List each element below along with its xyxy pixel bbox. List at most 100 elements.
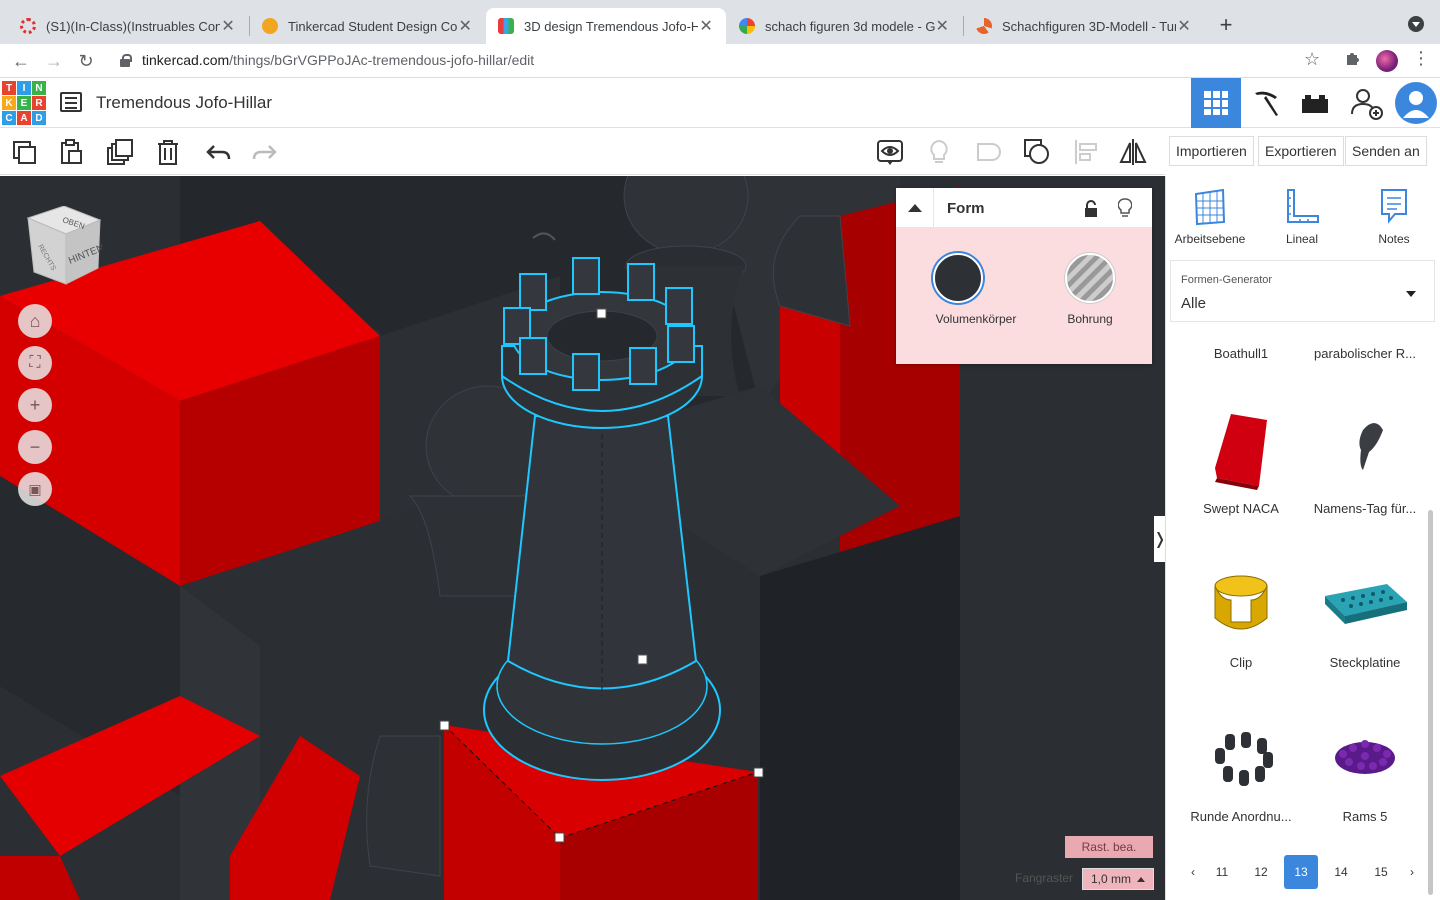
user-avatar-button[interactable]: [1391, 78, 1440, 128]
zoom-in-icon[interactable]: +: [18, 388, 52, 422]
copy-button[interactable]: [8, 136, 40, 168]
ruler-tool[interactable]: Lineal: [1262, 188, 1342, 246]
workplane-tool[interactable]: Arbeitsebene: [1170, 188, 1250, 246]
profile-avatar[interactable]: [1376, 50, 1398, 72]
extensions-puzzle-icon[interactable]: [1344, 49, 1362, 72]
browser-tab[interactable]: Tinkercad Student Design Cont ✕: [250, 8, 485, 44]
sidebar-toggle-chevron-icon[interactable]: ❭: [1153, 516, 1165, 562]
paste-button[interactable]: [55, 136, 87, 168]
home-view-icon[interactable]: ⌂: [18, 304, 52, 338]
group-icon: [977, 143, 1001, 161]
collapse-icon[interactable]: [896, 188, 934, 228]
address-bar[interactable]: tinkercad.com/things/bGrVGPPoJAc-tremend…: [142, 52, 534, 68]
hole-label: Bohrung: [1067, 312, 1113, 326]
duplicate-icon: [107, 139, 133, 165]
logo-letter: E: [17, 96, 31, 110]
resize-handle[interactable]: [753, 767, 764, 778]
fit-view-icon[interactable]: ⛶: [18, 346, 52, 380]
pager-page[interactable]: 12: [1244, 855, 1278, 889]
shape-item[interactable]: Namens-Tag für...: [1303, 406, 1427, 516]
send-to-button[interactable]: Senden an: [1345, 136, 1427, 166]
redo-button[interactable]: [249, 136, 281, 168]
logo-letter: T: [2, 81, 16, 95]
mirror-button[interactable]: [1117, 136, 1149, 168]
tinkercad-logo[interactable]: T I N K E R C A D: [2, 81, 46, 125]
project-title[interactable]: Tremendous Jofo-Hillar: [96, 93, 272, 113]
pager-next-chevron-icon[interactable]: ›: [1395, 855, 1429, 889]
delete-button[interactable]: [152, 136, 184, 168]
resize-handle[interactable]: [554, 832, 565, 843]
browser-tab[interactable]: (S1)(In-Class)(Instruables Cont ✕: [8, 8, 248, 44]
sidebar-scrollbar[interactable]: [1428, 510, 1433, 895]
browser-tab-active[interactable]: 3D design Tremendous Jofo-H ✕: [486, 8, 726, 44]
close-icon[interactable]: ✕: [698, 16, 714, 36]
new-tab-button[interactable]: +: [1212, 12, 1240, 38]
shape-item[interactable]: Boathull1: [1179, 346, 1303, 361]
back-arrow-icon[interactable]: ←: [8, 48, 34, 74]
shape-label: Swept NACA: [1203, 501, 1279, 516]
shape-item[interactable]: Clip: [1179, 560, 1303, 670]
hole-swatch[interactable]: [1065, 253, 1115, 303]
pager-page-current[interactable]: 13: [1284, 855, 1318, 889]
align-button[interactable]: [1070, 136, 1102, 168]
export-button[interactable]: Exportieren: [1258, 136, 1344, 166]
undo-icon: [206, 145, 231, 160]
logo-letter: A: [17, 111, 31, 125]
bookmark-star-icon[interactable]: ☆: [1304, 49, 1320, 70]
snap-grid-select[interactable]: 1,0 mm: [1082, 868, 1154, 890]
shape-item[interactable]: Runde Anordnu...: [1179, 714, 1303, 824]
lightbulb-icon[interactable]: [1117, 198, 1133, 223]
pager-page[interactable]: 11: [1205, 855, 1239, 889]
paste-icon: [61, 139, 82, 164]
breadboard-thumbnail: [1325, 584, 1407, 624]
resize-handle[interactable]: [439, 720, 450, 731]
tab-search-icon[interactable]: [1408, 16, 1424, 32]
logo-letter: C: [2, 111, 16, 125]
browser-tabstrip: (S1)(In-Class)(Instruables Cont ✕ Tinker…: [0, 0, 1440, 44]
reload-icon[interactable]: ↻: [73, 48, 99, 74]
unlock-icon[interactable]: [1084, 200, 1098, 221]
3d-viewport[interactable]: OBEN RECHTS HINTEN ⌂ ⛶ + − ▣ Form Volume…: [0, 176, 1165, 900]
grid-view-button[interactable]: [1191, 78, 1241, 128]
instructables-favicon-icon: [20, 18, 36, 34]
bricks-button[interactable]: [1290, 78, 1340, 128]
minecraft-button[interactable]: [1241, 78, 1291, 128]
pager-page[interactable]: 15: [1364, 855, 1398, 889]
add-user-button[interactable]: [1341, 78, 1391, 128]
view-cube[interactable]: OBEN RECHTS HINTEN: [26, 205, 106, 286]
notes-label: Notes: [1378, 232, 1410, 246]
design-list-icon[interactable]: [60, 92, 82, 112]
app-header: T I N K E R C A D Tremendous Jofo-Hillar: [0, 78, 1440, 128]
hint-button[interactable]: [923, 136, 955, 168]
logo-letter: R: [32, 96, 46, 110]
undo-button[interactable]: [202, 136, 234, 168]
shape-item[interactable]: Steckplatine: [1303, 560, 1427, 670]
tab-title: Schachfiguren 3D-Modell - Tur: [1002, 18, 1177, 34]
browser-tab[interactable]: Schachfiguren 3D-Modell - Tur ✕: [964, 8, 1204, 44]
group-button[interactable]: [972, 136, 1004, 168]
close-icon[interactable]: ✕: [935, 16, 951, 36]
show-all-button[interactable]: [874, 136, 906, 168]
ungroup-button[interactable]: [1021, 136, 1053, 168]
menu-kebab-icon[interactable]: ⋮: [1412, 48, 1430, 69]
user-avatar-icon: [1395, 82, 1437, 124]
close-icon[interactable]: ✕: [1176, 16, 1192, 36]
browser-tab[interactable]: schach figuren 3d modele - Go ✕: [727, 8, 962, 44]
shape-item[interactable]: parabolischer R...: [1303, 346, 1427, 361]
shape-generator-select[interactable]: Formen-Generator Alle: [1170, 260, 1435, 322]
shape-item[interactable]: Swept NACA: [1179, 406, 1303, 516]
solid-color-swatch[interactable]: [933, 253, 983, 303]
shape-item[interactable]: Rams 5: [1303, 714, 1427, 824]
close-icon[interactable]: ✕: [220, 16, 236, 36]
notes-tool[interactable]: Notes: [1354, 188, 1434, 246]
close-icon[interactable]: ✕: [458, 16, 474, 36]
forward-arrow-icon[interactable]: →: [41, 48, 67, 74]
pager-page[interactable]: 14: [1324, 855, 1358, 889]
workplane-label: Arbeitsebene: [1174, 232, 1246, 246]
perspective-icon[interactable]: ▣: [18, 472, 52, 506]
lock-icon[interactable]: [120, 54, 132, 67]
duplicate-button[interactable]: [104, 136, 136, 168]
zoom-out-icon[interactable]: −: [18, 430, 52, 464]
import-button[interactable]: Importieren: [1169, 136, 1254, 166]
edit-grid-button[interactable]: Rast. bea.: [1065, 836, 1153, 858]
